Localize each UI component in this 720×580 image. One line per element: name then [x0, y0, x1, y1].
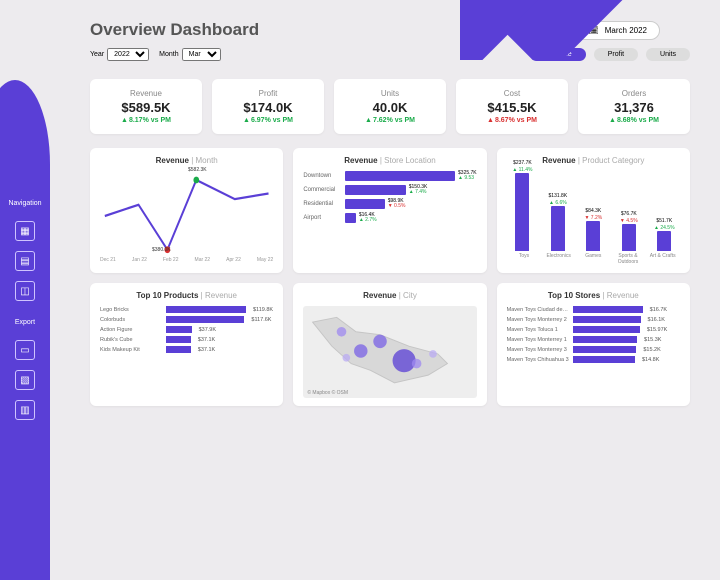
kpi-label: Revenue [90, 89, 202, 98]
kpi-row: Revenue $589.5K 8.17% vs PM Profit $174.… [90, 79, 690, 134]
month-label: Month [159, 51, 178, 58]
line-low-annotation: $380.0K [152, 247, 171, 253]
kpi-delta: 8.17% vs PM [90, 117, 202, 124]
card-top-stores: Top 10 Stores | Revenue Maven Toys Ciuda… [497, 283, 690, 406]
kpi-delta: 8.67% vs PM [456, 117, 568, 124]
decorative-stripes [460, 0, 660, 60]
product-row: Colorbuds $117.6K [100, 316, 273, 323]
hbar-chart-store-location: Downtown $325.7K▲ 9.53 Commercial $150.3… [303, 171, 476, 223]
export-pdf-icon[interactable]: ▭ [15, 340, 35, 360]
kpi-label: Orders [578, 89, 690, 98]
line-chart: $582.3K $380.0K Dec 21Jan 22Feb 22Mar 22… [100, 171, 273, 261]
vbar-col: $131.8K ▲ 6.6% [542, 193, 573, 251]
card-revenue-city: Revenue | City © Mapbox © OSM [293, 283, 486, 406]
product-row: Lego Bricks $119.8K [100, 306, 273, 313]
month-select[interactable]: Mar [182, 48, 221, 61]
kpi-card: Cost $415.5K 8.67% vs PM [456, 79, 568, 134]
map-mexico[interactable]: © Mapbox © OSM [303, 306, 476, 398]
store-row: Maven Toys Monterrey 1 $15.3K [507, 336, 680, 343]
kpi-value: $589.5K [90, 100, 202, 115]
product-row: Action Figure $37.9K [100, 326, 273, 333]
kpi-delta: 6.97% vs PM [212, 117, 324, 124]
product-row: Rubik's Cube $37.1K [100, 336, 273, 343]
nav-dashboard-icon[interactable]: ▦ [15, 221, 35, 241]
hbar-chart-top-stores: Maven Toys Ciudad de Mexico 2 $16.7K Mav… [507, 306, 680, 363]
card-title-sub: Month [196, 156, 218, 165]
kpi-value: $174.0K [212, 100, 324, 115]
product-row: Kids Makeup Kit $37.1K [100, 346, 273, 353]
page-title: Overview Dashboard [90, 20, 259, 40]
hbar-row: Residential $98.9K▼ 0.5% [303, 199, 476, 209]
map-attribution: © Mapbox © OSM [307, 390, 348, 396]
kpi-label: Units [334, 89, 446, 98]
store-row: Maven Toys Monterrey 2 $16.1K [507, 316, 680, 323]
kpi-label: Profit [212, 89, 324, 98]
kpi-value: 31,376 [578, 100, 690, 115]
kpi-card: Orders 31,376 8.68% vs PM [578, 79, 690, 134]
card-revenue-product-category: Revenue | Product Category $237.7K ▲ 11.… [497, 148, 690, 273]
kpi-delta: 8.68% vs PM [578, 117, 690, 124]
year-select[interactable]: 2022 [107, 48, 149, 61]
hbar-row: Commercial $150.3K▲ 7.4% [303, 185, 476, 195]
export-data-icon[interactable]: ▥ [15, 400, 35, 420]
kpi-card: Profit $174.0K 6.97% vs PM [212, 79, 324, 134]
year-label: Year [90, 51, 104, 58]
sidebar-section-navigation: Navigation [8, 200, 41, 207]
vbar-col: $76.7K ▼ 4.5% [613, 211, 644, 251]
hbar-chart-top-products: Lego Bricks $119.8K Colorbuds $117.6K Ac… [100, 306, 273, 353]
store-row: Maven Toys Monterrey 3 $15.2K [507, 346, 680, 353]
hbar-row: Airport $16.4K▲ 2.7% [303, 213, 476, 223]
card-top-products: Top 10 Products | Revenue Lego Bricks $1… [90, 283, 283, 406]
store-row: Maven Toys Toluca 1 $15.97K [507, 326, 680, 333]
export-image-icon[interactable]: ▧ [15, 370, 35, 390]
nav-products-icon[interactable]: ◫ [15, 281, 35, 301]
kpi-value: 40.0K [334, 100, 446, 115]
line-high-annotation: $582.3K [188, 167, 207, 173]
nav-stores-icon[interactable]: ▤ [15, 251, 35, 271]
kpi-label: Cost [456, 89, 568, 98]
card-revenue-store-location: Revenue | Store Location Downtown $325.7… [293, 148, 486, 273]
card-title-main: Revenue [156, 156, 189, 165]
store-row: Maven Toys Chihuahua 3 $14.8K [507, 356, 680, 363]
sidebar-section-export: Export [15, 319, 35, 326]
kpi-delta: 7.62% vs PM [334, 117, 446, 124]
vbar-chart-product-category: $237.7K ▲ 11.4% $131.8K ▲ 6.6% $84.3K ▼ … [507, 171, 680, 251]
hbar-row: Downtown $325.7K▲ 9.53 [303, 171, 476, 181]
vbar-col: $84.3K ▼ 7.2% [578, 208, 609, 251]
store-row: Maven Toys Ciudad de Mexico 2 $16.7K [507, 306, 680, 313]
kpi-value: $415.5K [456, 100, 568, 115]
sidebar: Navigation ▦ ▤ ◫ Export ▭ ▧ ▥ [0, 0, 50, 560]
card-revenue-month: Revenue | Month $582.3K $380.0K Dec 21Ja… [90, 148, 283, 273]
vbar-col: $237.7K ▲ 11.4% [507, 160, 538, 251]
vbar-col: $51.7K ▲ 24.5% [649, 218, 680, 251]
kpi-card: Units 40.0K 7.62% vs PM [334, 79, 446, 134]
kpi-card: Revenue $589.5K 8.17% vs PM [90, 79, 202, 134]
